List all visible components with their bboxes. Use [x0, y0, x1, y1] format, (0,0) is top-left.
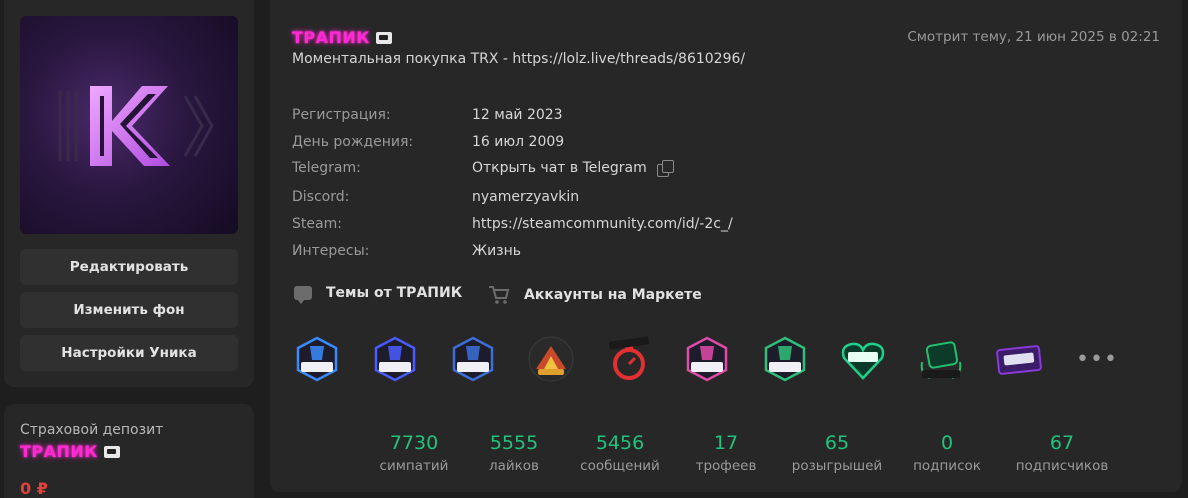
deposit-title: Страховой депозит	[20, 422, 164, 438]
info-label: Регистрация:	[292, 107, 391, 123]
giveaways-50-trophy-icon[interactable]	[916, 334, 966, 384]
market-accounts-label: Аккаунты на Маркете	[524, 287, 702, 303]
cart-icon	[488, 285, 510, 305]
profile-sidebar: Редактировать Изменить фон Настройки Уни…	[4, 0, 254, 387]
stat-label: подписчиков	[1015, 458, 1109, 474]
copy-icon[interactable]	[656, 160, 674, 177]
info-telegram: Telegram: Открыть чат в Telegram	[292, 160, 674, 177]
profile-main-card: ТРАПИК Смотрит тему, 21 июн 2025 в 02:21…	[270, 0, 1182, 492]
likes-1000-trophy-icon[interactable]	[760, 334, 810, 384]
camp-trophy-icon[interactable]	[526, 334, 576, 384]
user-badge-icon	[103, 445, 120, 458]
info-birthday: День рождения: 16 июл 2009	[292, 134, 564, 150]
stat-label: сообщений	[580, 458, 660, 474]
stat-value: 7730	[389, 432, 439, 454]
user-badge-icon	[375, 31, 392, 44]
avatar-k-logo-icon	[58, 86, 214, 166]
info-steam: Steam: https://steamcommunity.com/id/-2c…	[292, 216, 733, 232]
deposit-username-row[interactable]: ТРАПИК	[20, 442, 120, 461]
sympathy-5000-trophy-icon[interactable]	[838, 334, 888, 384]
stat-item[interactable]: 17 трофеев	[680, 432, 772, 474]
user-status-text[interactable]: Моментальная покупка TRX - https://lolz.…	[292, 51, 745, 67]
stat-value: 67	[1049, 432, 1075, 454]
stat-item[interactable]: 7730 симпатий	[360, 432, 468, 474]
username-row: ТРАПИК	[292, 28, 392, 47]
info-value: nyamerzyavkin	[472, 189, 580, 205]
stat-label: подписок	[913, 458, 981, 474]
stat-value: 17	[713, 432, 739, 454]
info-value: Жизнь	[472, 243, 522, 259]
info-label: День рождения:	[292, 134, 414, 150]
user-threads-link[interactable]: Темы от ТРАПИК	[294, 285, 463, 304]
edit-profile-button[interactable]: Редактировать	[20, 249, 238, 285]
info-discord: Discord: nyamerzyavkin	[292, 189, 579, 205]
stat-value: 5555	[489, 432, 539, 454]
messages-5000-trophy-icon[interactable]	[370, 334, 420, 384]
info-label: Discord:	[292, 189, 350, 205]
more-trophies-icon[interactable]: •••	[1076, 347, 1118, 372]
market-accounts-link[interactable]: Аккаунты на Маркете	[488, 285, 702, 305]
activity-status[interactable]: Смотрит тему, 21 июн 2025 в 02:21	[907, 29, 1160, 45]
deposit-amount: 0 ₽	[20, 479, 48, 498]
info-label: Telegram:	[292, 160, 361, 176]
messages-2500-trophy-icon[interactable]	[448, 334, 498, 384]
steam-link[interactable]: https://steamcommunity.com/id/-2c_/	[472, 216, 733, 232]
user-threads-label: Темы от ТРАПИК	[326, 285, 463, 301]
stat-item[interactable]: 65 розыгрышей	[772, 432, 902, 474]
stat-value: 65	[824, 432, 850, 454]
stat-value: 0	[940, 432, 954, 454]
stat-item[interactable]: 5456 сообщений	[560, 432, 680, 474]
stat-label: розыгрышей	[791, 458, 883, 474]
info-label: Steam:	[292, 216, 342, 232]
info-value: 16 июл 2009	[472, 134, 565, 150]
chat-icon	[294, 286, 312, 304]
stat-label: трофеев	[695, 458, 757, 474]
change-background-button[interactable]: Изменить фон	[20, 292, 238, 328]
stats-row: 7730 симпатий 5555 лайков 5456 сообщений 17 тро…	[360, 432, 1132, 474]
avatar[interactable]	[20, 16, 238, 234]
likes-5000-trophy-icon[interactable]	[292, 334, 342, 384]
stat-item[interactable]: 0 подписок	[902, 432, 992, 474]
info-registration: Регистрация: 12 май 2023	[292, 107, 563, 123]
telegram-link[interactable]: Открыть чат в Telegram	[472, 160, 647, 176]
deposit-card: Страховой депозит ТРАПИК 0 ₽	[4, 404, 254, 498]
stat-item[interactable]: 67 подписчиков	[992, 432, 1132, 474]
stat-label: симпатий	[379, 458, 449, 474]
trophies-row: •••	[292, 334, 1118, 384]
stat-label: лайков	[488, 458, 540, 474]
likes-2500-trophy-icon[interactable]	[682, 334, 732, 384]
profile-username[interactable]: ТРАПИК	[292, 28, 370, 47]
info-value-telegram: Открыть чат в Telegram	[472, 160, 674, 177]
stat-item[interactable]: 5555 лайков	[468, 432, 560, 474]
info-label: Интересы:	[292, 243, 370, 259]
sales-500-trophy-icon[interactable]	[994, 334, 1044, 384]
unique-settings-button[interactable]: Настройки Уника	[20, 335, 238, 371]
deposit-username[interactable]: ТРАПИК	[20, 442, 98, 461]
info-interests: Интересы: Жизнь	[292, 243, 521, 259]
info-value: 12 май 2023	[472, 107, 563, 123]
active-stopwatch-trophy-icon[interactable]	[604, 334, 654, 384]
stat-value: 5456	[595, 432, 645, 454]
